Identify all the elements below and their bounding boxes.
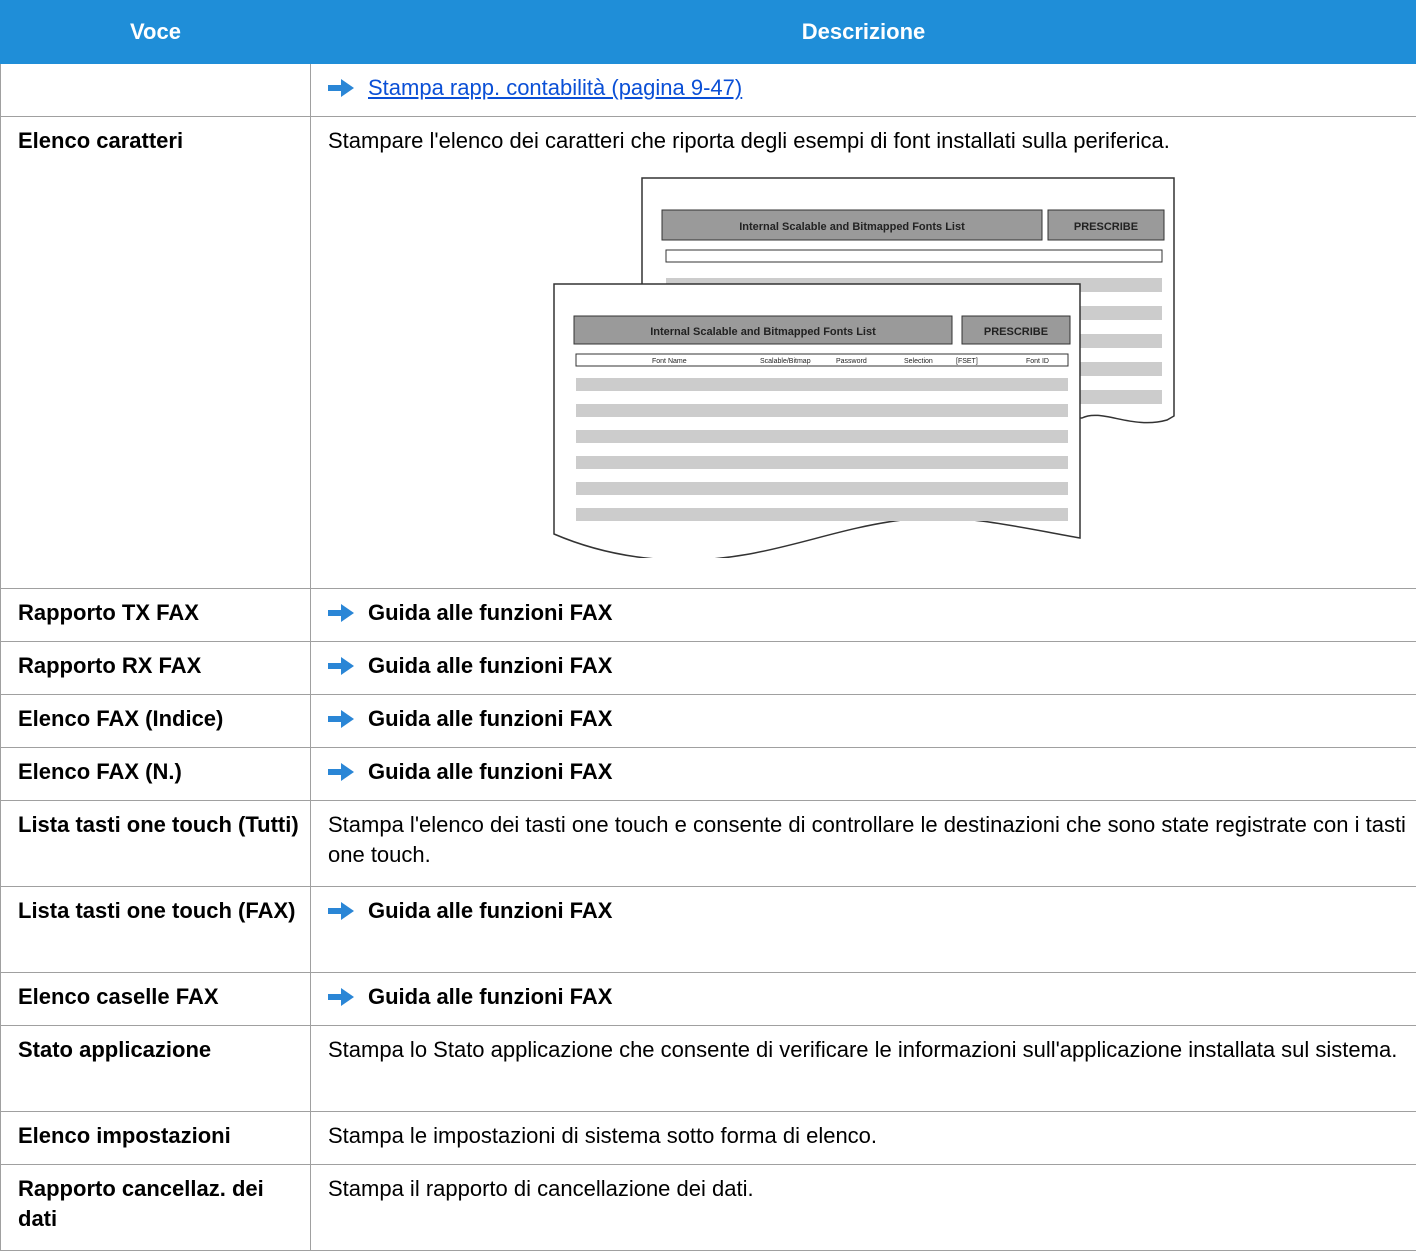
fax-guide-ref: Guida alle funzioni FAX [368, 759, 612, 784]
row-desc: Stampa lo Stato applicazione che consent… [311, 1026, 1416, 1112]
table-row: Elenco caselle FAX Guida alle funzioni F… [1, 973, 1416, 1026]
row-item: Rapporto cancellaz. dei dati [1, 1165, 311, 1251]
row-item: Elenco FAX (N.) [1, 748, 311, 801]
header-col-voce: Voce [1, 1, 311, 64]
table-row: Rapporto cancellaz. dei dati Stampa il r… [1, 1165, 1416, 1251]
row-desc: Guida alle funzioni FAX [311, 695, 1416, 748]
row-desc: Guida alle funzioni FAX [311, 642, 1416, 695]
row-item: Rapporto RX FAX [1, 642, 311, 695]
row-desc: Guida alle funzioni FAX [311, 589, 1416, 642]
row-desc-text: Stampare l'elenco dei caratteri che ripo… [328, 128, 1170, 153]
col-fset: [FSET] [956, 358, 978, 365]
back-page-title: Internal Scalable and Bitmapped Fonts Li… [739, 221, 965, 233]
row-desc: Stampare l'elenco dei caratteri che ripo… [311, 117, 1416, 589]
settings-table: Voce Descrizione Stampa rapp. contabilit… [0, 0, 1416, 1251]
col-font-name: Font Name [652, 358, 687, 365]
table-row: Elenco caratteri Stampare l'elenco dei c… [1, 117, 1416, 589]
accounting-report-link[interactable]: Stampa rapp. contabilità (pagina 9-47) [368, 75, 742, 100]
arrow-right-icon [328, 763, 354, 781]
front-page-title: Internal Scalable and Bitmapped Fonts Li… [650, 326, 876, 338]
table-row: Rapporto TX FAX Guida alle funzioni FAX [1, 589, 1416, 642]
font-list-illustration: Internal Scalable and Bitmapped Fonts Li… [542, 168, 1192, 558]
front-page: Internal Scalable and Bitmapped Fonts Li… [554, 284, 1080, 558]
row-item: Elenco caselle FAX [1, 973, 311, 1026]
arrow-right-icon [328, 79, 354, 97]
row-item: Elenco caratteri [1, 117, 311, 589]
row-desc: Guida alle funzioni FAX [311, 887, 1416, 973]
arrow-right-icon [328, 604, 354, 622]
col-scalable: Scalable/Bitmap [760, 358, 811, 365]
table-row: Stampa rapp. contabilità (pagina 9-47) [1, 64, 1416, 117]
table-row: Stato applicazione Stampa lo Stato appli… [1, 1026, 1416, 1112]
front-page-badge: PRESCRIBE [984, 326, 1048, 338]
row-desc: Stampa l'elenco dei tasti one touch e co… [311, 801, 1416, 887]
row-desc: Stampa le impostazioni di sistema sotto … [311, 1112, 1416, 1165]
table-row: Lista tasti one touch (Tutti) Stampa l'e… [1, 801, 1416, 887]
row-item: Lista tasti one touch (FAX) [1, 887, 311, 973]
header-col-descrizione: Descrizione [311, 1, 1416, 64]
row-desc: Guida alle funzioni FAX [311, 973, 1416, 1026]
col-font-id: Font ID [1026, 358, 1049, 365]
arrow-right-icon [328, 902, 354, 920]
table-row: Lista tasti one touch (FAX) Guida alle f… [1, 887, 1416, 973]
fax-guide-ref: Guida alle funzioni FAX [368, 898, 612, 923]
col-selection: Selection [904, 358, 933, 365]
fax-guide-ref: Guida alle funzioni FAX [368, 706, 612, 731]
arrow-right-icon [328, 710, 354, 728]
row-item: Elenco FAX (Indice) [1, 695, 311, 748]
row-item [1, 64, 311, 117]
table-row: Elenco impostazioni Stampa le impostazio… [1, 1112, 1416, 1165]
row-item: Elenco impostazioni [1, 1112, 311, 1165]
row-desc: Stampa il rapporto di cancellazione dei … [311, 1165, 1416, 1251]
fax-guide-ref: Guida alle funzioni FAX [368, 600, 612, 625]
row-item: Stato applicazione [1, 1026, 311, 1112]
back-page-badge: PRESCRIBE [1074, 221, 1138, 233]
table-header: Voce Descrizione [1, 1, 1416, 64]
arrow-right-icon [328, 988, 354, 1006]
table-row: Rapporto RX FAX Guida alle funzioni FAX [1, 642, 1416, 695]
col-password: Password [836, 358, 867, 365]
row-desc: Stampa rapp. contabilità (pagina 9-47) [311, 64, 1416, 117]
row-item: Rapporto TX FAX [1, 589, 311, 642]
arrow-right-icon [328, 657, 354, 675]
row-item: Lista tasti one touch (Tutti) [1, 801, 311, 887]
row-desc: Guida alle funzioni FAX [311, 748, 1416, 801]
table-row: Elenco FAX (Indice) Guida alle funzioni … [1, 695, 1416, 748]
table-row: Elenco FAX (N.) Guida alle funzioni FAX [1, 748, 1416, 801]
fax-guide-ref: Guida alle funzioni FAX [368, 653, 612, 678]
fax-guide-ref: Guida alle funzioni FAX [368, 984, 612, 1009]
